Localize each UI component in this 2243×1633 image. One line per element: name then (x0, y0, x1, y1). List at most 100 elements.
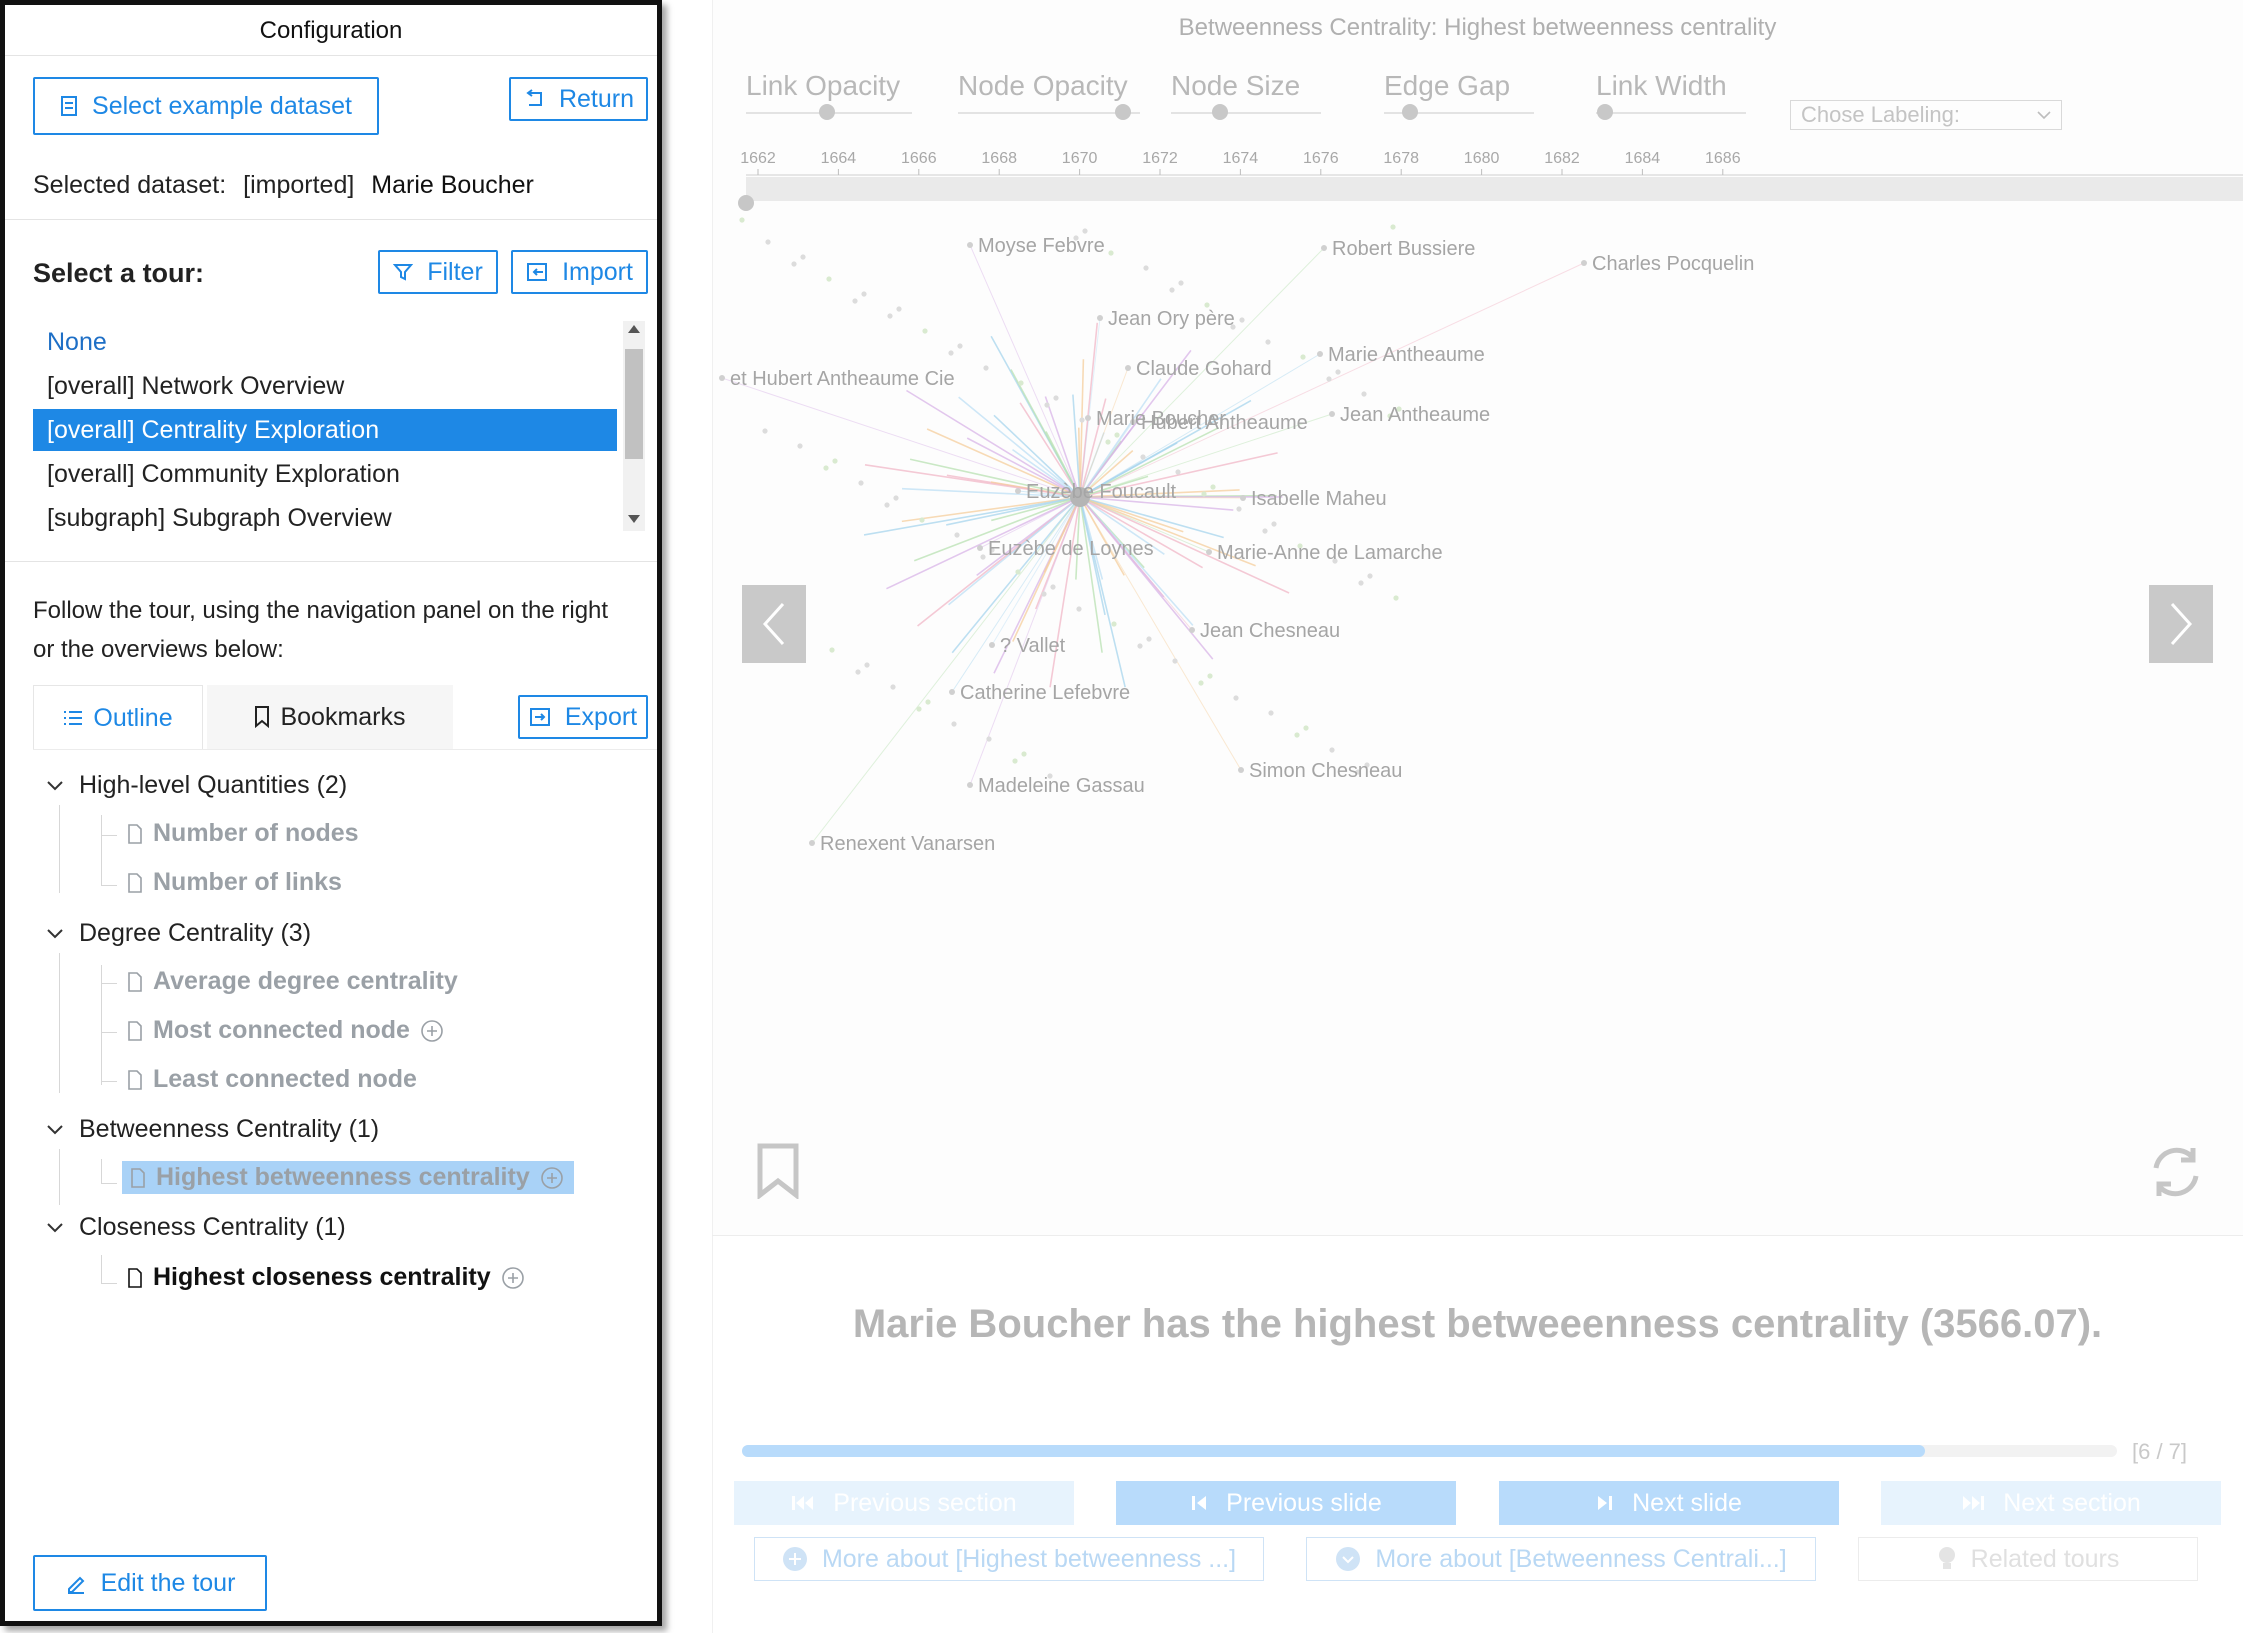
network-node[interactable] (1097, 315, 1103, 321)
network-node[interactable] (791, 261, 797, 267)
network-node[interactable] (861, 291, 867, 297)
network-node[interactable] (1050, 584, 1056, 590)
tab-outline[interactable]: Outline (33, 685, 203, 750)
network-node[interactable] (1198, 680, 1204, 686)
network-node[interactable] (1169, 287, 1175, 293)
network-node[interactable] (1105, 439, 1111, 445)
network-node[interactable] (986, 736, 992, 742)
network-graph[interactable]: Moyse Febvre Robert Bussiere Charles Pocqu… (712, 210, 2243, 1210)
network-node[interactable] (1137, 643, 1143, 649)
network-node[interactable] (800, 254, 806, 260)
network-node[interactable] (896, 306, 902, 312)
network-node[interactable] (1358, 580, 1364, 586)
tour-item-network-overview[interactable]: [overall] Network Overview (33, 365, 617, 407)
outline-item[interactable]: Least connected node (127, 1065, 417, 1094)
network-node[interactable] (1053, 395, 1059, 401)
more-about-node-button[interactable]: More about [Highest betweenness ...] (754, 1537, 1264, 1581)
link-opacity-handle[interactable] (819, 104, 835, 120)
network-node[interactable] (916, 706, 922, 712)
network-node[interactable] (983, 365, 989, 371)
network-node[interactable] (1012, 758, 1018, 764)
bookmark-icon[interactable] (756, 1143, 800, 1199)
node-size-slider[interactable] (1171, 112, 1321, 114)
scroll-up-icon[interactable] (628, 325, 640, 333)
network-node[interactable] (1175, 469, 1181, 475)
network-node[interactable] (765, 239, 771, 245)
network-node[interactable] (1262, 528, 1268, 534)
timeline-track[interactable] (746, 177, 2243, 201)
outline-section[interactable]: Closeness Centrality (1) (47, 1213, 346, 1242)
network-node[interactable] (1111, 621, 1117, 627)
scrollbar-thumb[interactable] (625, 349, 643, 459)
network-node[interactable] (1268, 710, 1274, 716)
network-node[interactable] (1294, 732, 1300, 738)
outline-section[interactable]: High-level Quantities (2) (47, 771, 347, 800)
refresh-icon[interactable] (2147, 1143, 2205, 1201)
network-node[interactable] (980, 554, 986, 560)
network-node[interactable] (1076, 606, 1082, 612)
network-node[interactable] (1367, 573, 1373, 579)
network-node[interactable] (719, 375, 725, 381)
chevron-down-icon[interactable] (47, 780, 63, 791)
link-width-slider[interactable] (1596, 112, 1746, 114)
network-node[interactable] (948, 350, 954, 356)
network-node[interactable] (855, 669, 861, 675)
outline-section[interactable]: Degree Centrality (3) (47, 919, 311, 948)
outline-item[interactable]: Number of links (127, 868, 342, 897)
network-node[interactable] (797, 443, 803, 449)
select-example-dataset-button[interactable]: Select example dataset (33, 77, 379, 135)
outline-item[interactable]: Average degree centrality (127, 967, 458, 996)
more-about-section-button[interactable]: More about [Betweenness Centrali...] (1306, 1537, 1816, 1581)
network-node[interactable] (1236, 506, 1242, 512)
network-node[interactable] (977, 545, 983, 551)
network-node[interactable] (1271, 521, 1277, 527)
network-node[interactable] (1206, 549, 1212, 555)
node-opacity-handle[interactable] (1115, 104, 1131, 120)
network-node[interactable] (967, 782, 973, 788)
chevron-down-icon[interactable] (47, 1124, 63, 1135)
export-button[interactable]: Export (518, 695, 648, 739)
network-node[interactable] (1361, 391, 1367, 397)
tour-item-none[interactable]: None (33, 321, 617, 363)
tour-item-centrality-exploration[interactable]: [overall] Centrality Exploration (33, 409, 617, 451)
related-tours-button[interactable]: Related tours (1858, 1537, 2198, 1581)
network-node[interactable] (919, 517, 925, 523)
network-node[interactable] (1041, 591, 1047, 597)
next-section-button[interactable]: Next section (1881, 1481, 2221, 1525)
add-circle-icon[interactable] (501, 1266, 525, 1290)
labeling-select[interactable]: Chose Labeling: (1790, 100, 2062, 130)
network-node[interactable] (989, 642, 995, 648)
network-node[interactable] (1321, 245, 1327, 251)
scroll-down-icon[interactable] (628, 515, 640, 523)
network-node[interactable] (951, 721, 957, 727)
tour-list[interactable]: None [overall] Network Overview [overall… (33, 321, 629, 531)
next-arrow-button[interactable] (2149, 585, 2213, 663)
chevron-down-icon[interactable] (47, 1222, 63, 1233)
edge-gap-handle[interactable] (1402, 104, 1418, 120)
network-node[interactable] (1015, 488, 1021, 494)
network-node[interactable] (1172, 658, 1178, 664)
network-node[interactable] (884, 502, 890, 508)
next-slide-button[interactable]: Next slide (1499, 1481, 1839, 1525)
network-node[interactable] (1178, 280, 1184, 286)
network-node[interactable] (858, 480, 864, 486)
network-node[interactable] (1303, 725, 1309, 731)
network-node[interactable] (957, 343, 963, 349)
node-size-handle[interactable] (1212, 104, 1228, 120)
network-node[interactable] (809, 840, 815, 846)
edit-tour-button[interactable]: Edit the tour (33, 1555, 267, 1611)
node-opacity-slider[interactable] (958, 112, 1140, 114)
add-circle-icon[interactable] (540, 1166, 564, 1190)
network-node[interactable] (829, 647, 835, 653)
network-node[interactable] (1015, 569, 1021, 575)
network-node[interactable] (1204, 302, 1210, 308)
network-node[interactable] (1317, 351, 1323, 357)
network-node[interactable] (1079, 417, 1085, 423)
network-node[interactable] (826, 276, 832, 282)
network-node[interactable] (1189, 627, 1195, 633)
chevron-down-icon[interactable] (47, 928, 63, 939)
network-node[interactable] (864, 662, 870, 668)
network-node[interactable] (949, 689, 955, 695)
outline-item[interactable]: Most connected node (127, 1016, 444, 1045)
network-node[interactable] (887, 313, 893, 319)
